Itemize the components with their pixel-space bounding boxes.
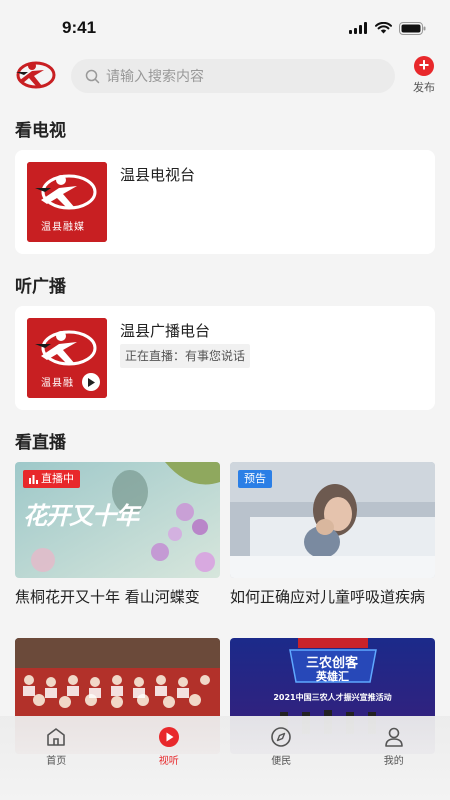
live-video-card[interactable]: 预告 如何正确应对儿童呼吸道疾病 (230, 462, 435, 607)
tv-station-card[interactable]: 温县融媒 温县电视台 (15, 150, 435, 254)
section-title-live: 看直播 (15, 433, 66, 453)
play-icon[interactable] (82, 373, 100, 391)
tv-station-thumbnail: 温县融媒 (27, 162, 107, 242)
search-input[interactable]: 请输入搜索内容 (71, 59, 395, 93)
top-bar: 请输入搜索内容 + 发布 (0, 56, 450, 96)
app-logo[interactable] (14, 58, 56, 92)
user-icon (384, 727, 403, 747)
bars-icon (29, 474, 38, 484)
section-title-tv: 看电视 (15, 121, 66, 141)
live-badge: 直播中 (23, 470, 80, 488)
video-title: 焦桐花开又十年 看山河蝶变 (15, 588, 200, 606)
publish-label: 发布 (413, 81, 435, 94)
play-icon (158, 727, 179, 747)
tv-thumb-text: 温县融媒 (41, 222, 85, 233)
publish-button[interactable]: + 发布 (408, 56, 440, 95)
radio-thumb-text: 温县融 (41, 378, 74, 389)
preview-badge: 预告 (238, 470, 272, 488)
status-icons (349, 21, 426, 35)
tab-label: 首页 (46, 756, 67, 767)
status-time: 9:41 (62, 18, 97, 37)
video-thumbnail: 直播中 花开又十年 (15, 462, 220, 578)
tab-label: 我的 (383, 756, 404, 767)
signal-icon (349, 22, 367, 34)
battery-icon (399, 21, 426, 35)
compass-icon (271, 727, 292, 747)
video-title: 如何正确应对儿童呼吸道疾病 (230, 588, 426, 606)
bottom-tab-bar: 首页 视听 便民 我的 (0, 716, 450, 800)
radio-live-status: 正在直播：有事您说话 (120, 344, 251, 368)
tab-services[interactable]: 便民 (225, 716, 338, 800)
search-icon (85, 69, 100, 83)
plus-icon: + (414, 56, 434, 76)
live-badge-label: 直播中 (41, 472, 74, 485)
radio-station-name: 温县广播电台 (120, 322, 211, 340)
live-video-card[interactable]: 直播中 花开又十年 焦桐花开又十年 看山河蝶变 (15, 462, 220, 607)
video-poster-text: 花开又十年 (23, 501, 139, 530)
preview-badge-label: 预告 (244, 472, 266, 485)
tv-station-name: 温县电视台 (120, 166, 196, 184)
radio-station-card[interactable]: 温县融 温县广播电台 正在直播：有事您说话 (15, 306, 435, 410)
tab-media[interactable]: 视听 (113, 716, 226, 800)
poster-caption: 2021中国三农人才振兴宣推活动 (273, 693, 392, 702)
radio-station-thumbnail: 温县融 (27, 318, 107, 398)
wifi-icon (375, 22, 392, 34)
tab-home[interactable]: 首页 (0, 716, 113, 800)
tab-label: 视听 (158, 756, 179, 767)
video-thumbnail: 预告 (230, 462, 435, 578)
tab-profile[interactable]: 我的 (338, 716, 450, 800)
section-title-radio: 听广播 (15, 277, 66, 297)
home-icon (47, 728, 66, 746)
poster-title-line2: 英雄汇 (316, 670, 349, 683)
status-bar: 9:41 (0, 0, 450, 56)
search-placeholder: 请输入搜索内容 (106, 69, 204, 85)
tab-label: 便民 (271, 756, 292, 767)
